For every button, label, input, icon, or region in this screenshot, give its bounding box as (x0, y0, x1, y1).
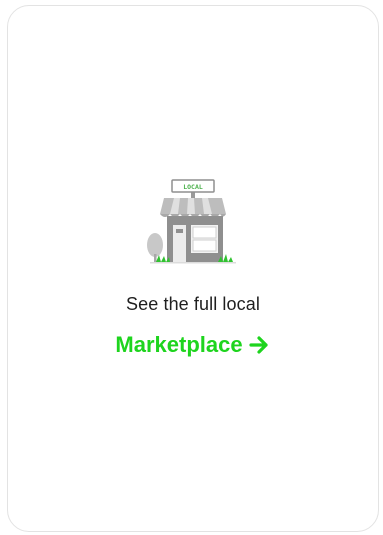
marketplace-link-label: Marketplace (115, 332, 243, 357)
card-content: LOCAL See the full local Marketplace (8, 178, 378, 358)
local-storefront-icon: LOCAL (147, 179, 236, 264)
marketplace-card[interactable]: LOCAL See the full local Marketplace (7, 5, 379, 532)
marketplace-link[interactable]: Marketplace (115, 332, 270, 358)
store-sign-text: LOCAL (183, 183, 203, 191)
arrow-right-icon (248, 336, 268, 354)
card-caption: See the full local (126, 294, 260, 314)
